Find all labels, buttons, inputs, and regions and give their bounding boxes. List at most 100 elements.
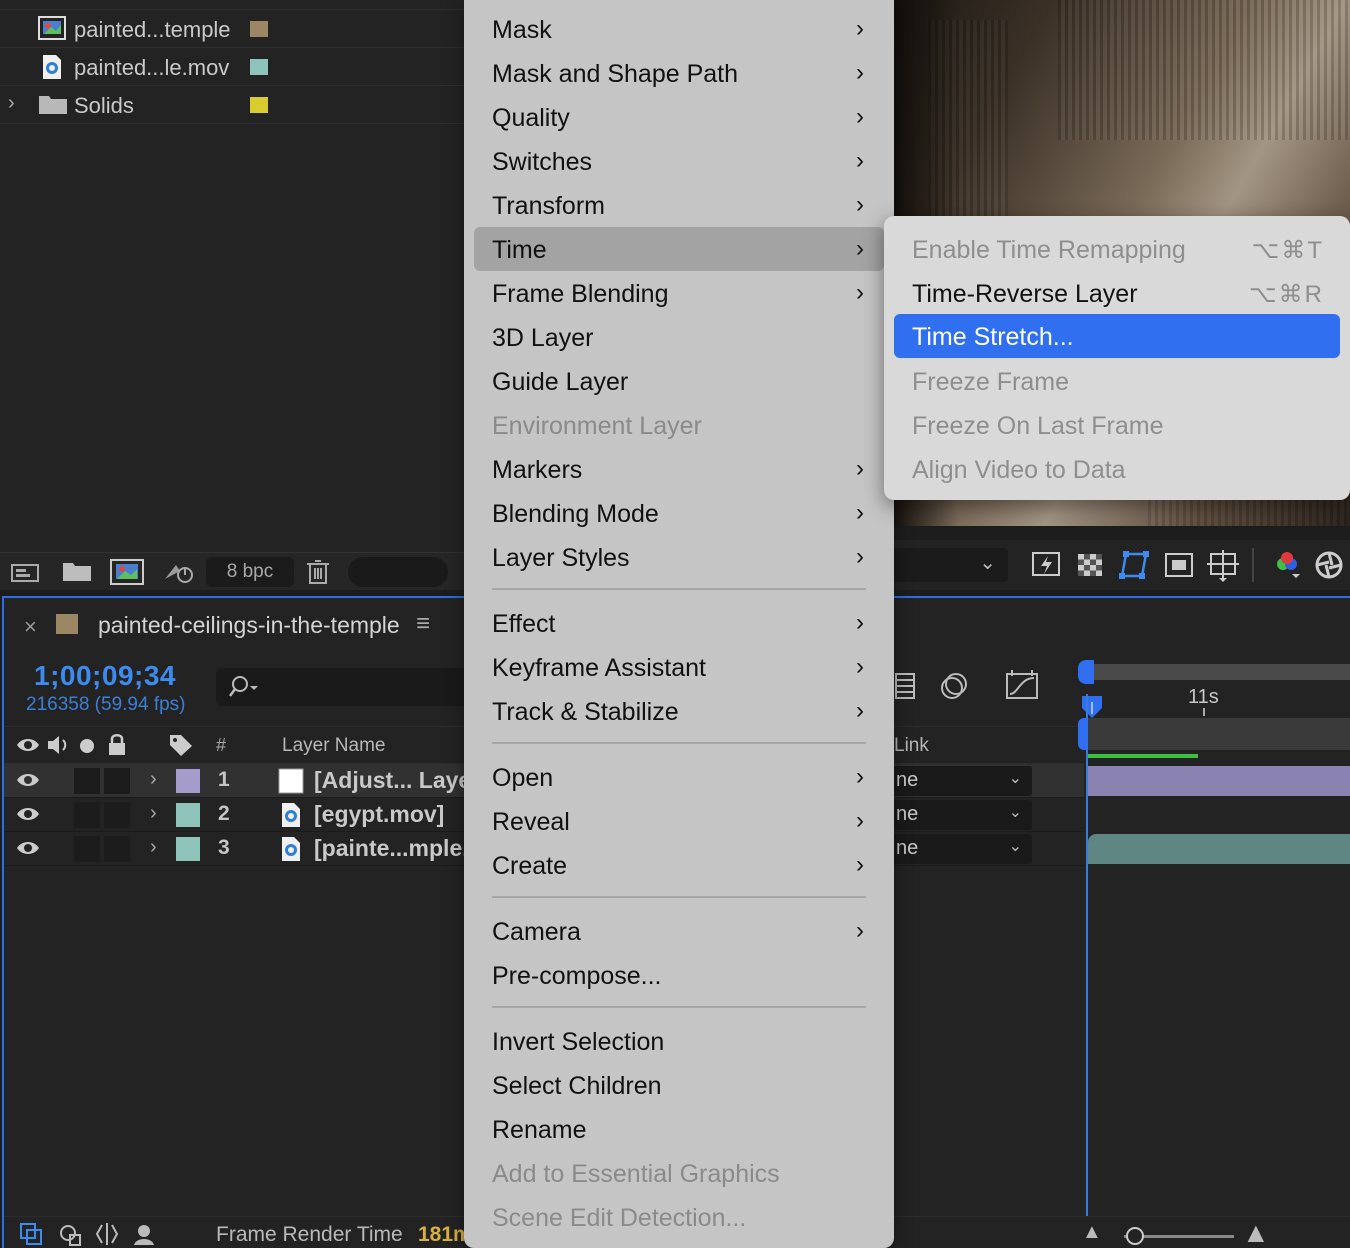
eye-icon[interactable] (16, 770, 40, 790)
menu-item-guide-layer[interactable]: Guide Layer (474, 359, 884, 403)
label-tag-icon[interactable] (168, 733, 194, 762)
menu-item-blending-mode[interactable]: Blending Mode › (474, 491, 884, 535)
work-area-start-handle[interactable] (1078, 718, 1088, 750)
adjust-project-settings-icon[interactable] (162, 559, 194, 585)
submenu-item-time-stretch[interactable]: Time Stretch... (894, 314, 1340, 358)
parent-link-select[interactable]: ne ⌄ (892, 800, 1032, 830)
panel-menu-icon[interactable]: ≡ (416, 610, 430, 638)
mask-visibility-icon[interactable] (1118, 548, 1152, 582)
interpret-footage-icon[interactable] (10, 559, 42, 585)
layer-name[interactable]: [egypt.mov] (314, 801, 444, 828)
bit-depth-button[interactable]: 8 bpc (206, 557, 294, 587)
chevron-right-icon: › (856, 697, 864, 724)
navigator-start-handle[interactable] (1078, 660, 1094, 684)
audio-toggle[interactable] (74, 802, 100, 828)
new-composition-icon[interactable] (110, 559, 144, 585)
chevron-right-icon: › (856, 455, 864, 482)
solo-icon[interactable] (80, 739, 94, 753)
video-visibility-icon[interactable] (16, 735, 40, 760)
region-of-interest-icon[interactable] (1162, 548, 1196, 582)
label-color-swatch[interactable] (176, 803, 200, 827)
lock-toggle[interactable] (104, 836, 130, 862)
label-color-swatch[interactable] (176, 837, 200, 861)
work-area-bar[interactable] (1086, 718, 1350, 750)
chevron-right-icon[interactable]: › (150, 802, 157, 825)
menu-item-rename[interactable]: Rename (474, 1107, 884, 1151)
exposure-icon[interactable] (1312, 548, 1346, 582)
transparency-grid-icon[interactable] (1074, 548, 1108, 582)
menu-item-camera[interactable]: Camera › (474, 909, 884, 953)
menu-item-effect[interactable]: Effect › (474, 601, 884, 645)
menu-item-transform[interactable]: Transform › (474, 183, 884, 227)
fast-previews-icon[interactable] (1030, 548, 1064, 582)
guides-grid-icon[interactable] (1206, 548, 1240, 582)
graph-editor-icon[interactable] (1004, 668, 1040, 707)
search-icon (228, 674, 262, 705)
transfer-controls-icon[interactable] (94, 1221, 120, 1248)
project-item-folder[interactable]: › Solids (0, 86, 466, 124)
zoom-slider-thumb[interactable] (1126, 1227, 1144, 1245)
lock-toggle[interactable] (104, 768, 130, 794)
menu-item-keyframe-assistant[interactable]: Keyframe Assistant › (474, 645, 884, 689)
menu-item-time[interactable]: Time › (474, 227, 884, 271)
menu-item-track-and-stabilize[interactable]: Track & Stabilize › (474, 689, 884, 733)
zoom-out-mountain-icon[interactable]: ▲ (1082, 1221, 1102, 1244)
audio-toggle[interactable] (74, 836, 100, 862)
project-item-composition[interactable]: painted...temple (0, 10, 466, 48)
project-search-field[interactable] (348, 557, 448, 587)
label-color-swatch[interactable] (250, 97, 268, 113)
menu-item-reveal[interactable]: Reveal › (474, 799, 884, 843)
project-item-movie[interactable]: painted...le.mov (0, 48, 466, 86)
layer-duration-bar[interactable] (1088, 834, 1350, 864)
eye-icon[interactable] (16, 838, 40, 858)
new-folder-icon[interactable] (62, 559, 94, 585)
layer-name[interactable]: [painte...mple.m (314, 835, 489, 862)
menu-item-3d-layer[interactable]: 3D Layer (474, 315, 884, 359)
parent-link-select[interactable]: ne ⌄ (892, 766, 1032, 796)
lock-icon[interactable] (106, 733, 128, 762)
motion-blur-switch-icon[interactable] (938, 670, 972, 707)
label-color-swatch[interactable] (176, 769, 200, 793)
label-color-swatch[interactable] (250, 59, 268, 75)
menu-item-create[interactable]: Create › (474, 843, 884, 887)
trash-icon[interactable] (304, 559, 336, 585)
color-channels-icon[interactable] (1270, 548, 1304, 582)
menu-item-pre-compose[interactable]: Pre-compose... (474, 953, 884, 997)
eye-icon[interactable] (16, 804, 40, 824)
layer-switches-icon[interactable] (58, 1221, 84, 1248)
audio-icon[interactable] (46, 733, 72, 762)
chevron-right-icon[interactable]: › (150, 836, 157, 859)
menu-item-frame-blending[interactable]: Frame Blending › (474, 271, 884, 315)
menu-item-mask[interactable]: Mask › (474, 7, 884, 51)
current-time-display[interactable]: 1;00;09;34 (34, 660, 176, 692)
close-icon[interactable]: × (24, 614, 37, 640)
frame-blending-switch-icon[interactable] (892, 670, 920, 707)
menu-item-mask-and-shape-path[interactable]: Mask and Shape Path › (474, 51, 884, 95)
chevron-right-icon[interactable]: › (150, 768, 157, 791)
chevron-right-icon[interactable]: › (8, 92, 15, 115)
layer-name-header[interactable]: Layer Name (282, 735, 386, 757)
resolution-dropdown[interactable]: ⌄ (888, 548, 1008, 582)
menu-item-markers[interactable]: Markers › (474, 447, 884, 491)
submenu-item-label: Align Video to Data (912, 456, 1126, 484)
layer-duration-bar[interactable] (1088, 766, 1350, 796)
menu-item-switches[interactable]: Switches › (474, 139, 884, 183)
menu-item-open[interactable]: Open › (474, 755, 884, 799)
label-color-swatch[interactable] (250, 21, 268, 37)
timeline-search-field[interactable] (216, 668, 476, 706)
menu-item-layer-styles[interactable]: Layer Styles › (474, 535, 884, 579)
menu-item-select-children[interactable]: Select Children (474, 1063, 884, 1107)
submenu-item-time-reverse-layer[interactable]: Time-Reverse Layer ⌥⌘R (894, 271, 1340, 315)
comp-flowchart-icon[interactable] (18, 1221, 44, 1248)
zoom-in-mountain-icon[interactable]: ▲ (1242, 1217, 1270, 1248)
layer-name[interactable]: [Adjust... Layer (314, 767, 480, 794)
parent-link-select[interactable]: ne ⌄ (892, 834, 1032, 864)
timeline-graph-area[interactable]: 11s (1078, 656, 1350, 1248)
lock-toggle[interactable] (104, 802, 130, 828)
draft-3d-icon[interactable] (132, 1221, 160, 1248)
time-navigator[interactable] (1086, 664, 1350, 680)
project-item-partial[interactable] (0, 0, 466, 10)
menu-item-quality[interactable]: Quality › (474, 95, 884, 139)
audio-toggle[interactable] (74, 768, 100, 794)
menu-item-invert-selection[interactable]: Invert Selection (474, 1019, 884, 1063)
